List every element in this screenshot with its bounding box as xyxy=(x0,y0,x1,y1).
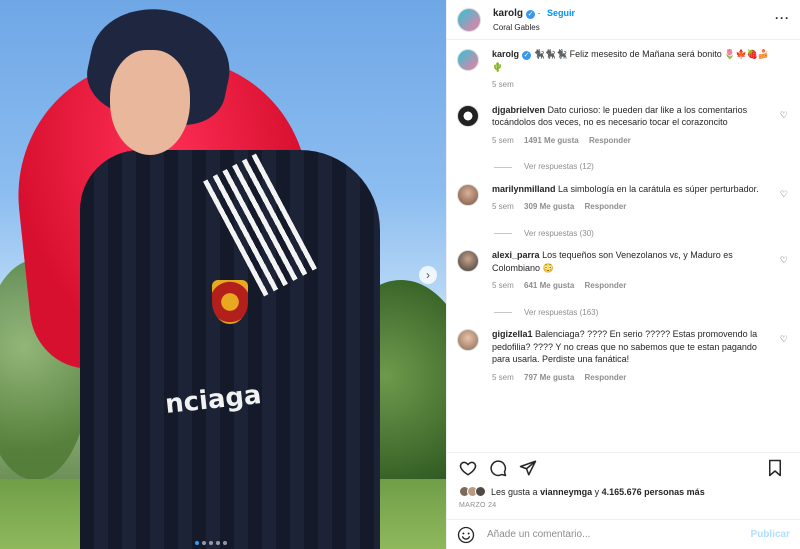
comment-likes[interactable]: 641 Me gusta xyxy=(524,281,574,290)
caption-time: 5 sem xyxy=(492,80,514,89)
like-icon[interactable] xyxy=(457,457,479,479)
subject-face xyxy=(110,50,190,155)
caption: karolg ✓ 🐈‍⬛🐈‍⬛🐈‍⬛ Feliz mesesito de Maña… xyxy=(457,48,790,92)
post-date: MARZO 24 xyxy=(459,502,497,509)
save-icon[interactable] xyxy=(764,457,786,479)
next-arrow-icon[interactable]: › xyxy=(419,266,437,284)
comment-likes[interactable]: 1491 Me gusta xyxy=(524,136,579,145)
caption-text: 🐈‍⬛🐈‍⬛🐈‍⬛ Feliz mesesito de Mañana será … xyxy=(492,49,770,72)
verified-icon: ✓ xyxy=(526,9,536,19)
avatar[interactable] xyxy=(457,49,479,71)
likes-summary: Les gusta a vianneymga y 4.165.676 perso… xyxy=(447,482,800,497)
like-comment-icon[interactable]: ♡ xyxy=(780,189,788,200)
comment-username[interactable]: djgabrielven xyxy=(492,105,545,115)
caption-username[interactable]: karolg xyxy=(492,49,519,59)
view-replies-button[interactable]: Ver respuestas (12) xyxy=(524,161,594,174)
view-replies-button[interactable]: Ver respuestas (163) xyxy=(524,307,598,320)
list-item: alexi_parra Los tequeños son Venezolanos… xyxy=(457,249,790,319)
comment-time: 5 sem xyxy=(492,372,514,382)
follow-button[interactable]: Seguir xyxy=(547,8,575,18)
emoji-icon[interactable] xyxy=(457,526,475,544)
like-comment-icon[interactable]: ♡ xyxy=(780,255,788,266)
likes-user-link[interactable]: vianneymga xyxy=(540,487,592,497)
comment-text: La simbología en la carátula es súper pe… xyxy=(558,183,759,194)
view-replies-button[interactable]: Ver respuestas (30) xyxy=(524,228,594,241)
verified-icon: ✓ xyxy=(522,51,532,60)
action-bar xyxy=(447,452,800,482)
comment-username[interactable]: alexi_parra xyxy=(492,250,540,260)
comment-username[interactable]: marilynmilland xyxy=(492,184,556,194)
reply-button[interactable]: Responder xyxy=(585,202,627,211)
avatar[interactable] xyxy=(457,104,479,127)
like-comment-icon[interactable]: ♡ xyxy=(780,334,788,345)
avatar[interactable] xyxy=(457,329,479,351)
list-item: gigizella1 Balenciaga? ???? En serio ???… xyxy=(457,328,790,384)
comment-time: 5 sem xyxy=(492,281,514,290)
post-dialog: nciaga › karolg ✓ · Seguir Coral Gables ·… xyxy=(0,0,800,549)
avatar[interactable] xyxy=(457,250,479,272)
carousel-dot xyxy=(195,541,199,545)
reply-button[interactable]: Responder xyxy=(589,136,631,145)
carousel-dot xyxy=(216,541,220,545)
comment-composer: Publicar xyxy=(447,519,800,549)
reply-button[interactable]: Responder xyxy=(585,373,627,382)
list-item: djgabrielven Dato curioso: le pueden dar… xyxy=(457,104,790,174)
avatar xyxy=(475,486,486,497)
comment-icon[interactable] xyxy=(487,457,509,479)
likes-count-link[interactable]: 4.165.676 personas más xyxy=(602,487,705,497)
post-side-panel: karolg ✓ · Seguir Coral Gables ··· karolg… xyxy=(446,0,800,549)
comment-likes[interactable]: 309 Me gusta xyxy=(524,202,574,211)
comment-likes[interactable]: 797 Me gusta xyxy=(524,373,574,382)
like-comment-icon[interactable]: ♡ xyxy=(780,110,788,121)
carousel-dot xyxy=(202,541,206,545)
publish-button[interactable]: Publicar xyxy=(751,529,790,540)
header-username[interactable]: karolg xyxy=(493,8,523,19)
carousel-dot xyxy=(209,541,213,545)
more-icon[interactable]: ··· xyxy=(775,11,790,25)
avatar[interactable] xyxy=(457,183,479,206)
jersey-crest xyxy=(212,280,248,324)
comment-time: 5 sem xyxy=(492,202,514,211)
location-link[interactable]: Coral Gables xyxy=(493,23,575,32)
comment-time: 5 sem xyxy=(492,135,514,145)
comment-input[interactable] xyxy=(487,529,751,540)
share-icon[interactable] xyxy=(517,457,539,479)
comments-list[interactable]: karolg ✓ 🐈‍⬛🐈‍⬛🐈‍⬛ Feliz mesesito de Maña… xyxy=(447,40,800,452)
reply-button[interactable]: Responder xyxy=(585,281,627,290)
carousel-dots xyxy=(195,541,227,545)
list-item: marilynmilland La simbología en la carát… xyxy=(457,183,790,241)
comment-username[interactable]: gigizella1 xyxy=(492,329,533,339)
carousel-dot xyxy=(223,541,227,545)
post-header: karolg ✓ · Seguir Coral Gables ··· xyxy=(447,0,800,40)
post-photo[interactable]: nciaga › xyxy=(0,0,446,549)
avatar[interactable] xyxy=(457,7,481,32)
